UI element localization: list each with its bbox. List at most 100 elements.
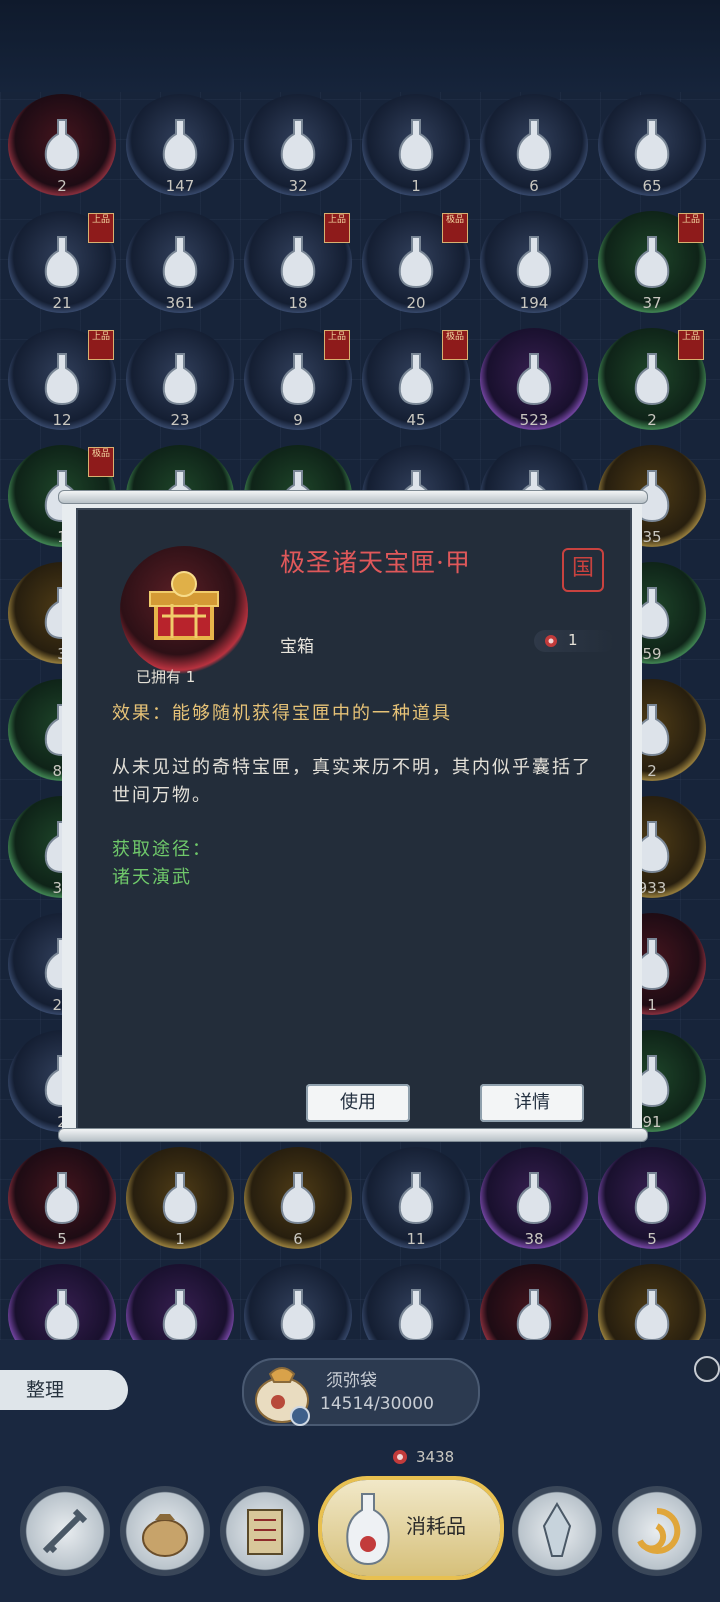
potion-bottle-icon	[346, 1493, 390, 1566]
inventory-slot[interactable]: 上品 37	[592, 211, 712, 335]
tab-scrolls[interactable]	[220, 1486, 310, 1576]
vase-icon	[516, 119, 552, 172]
item-count: 5	[647, 1230, 657, 1248]
inventory-slot[interactable]: 1	[120, 1147, 240, 1271]
tab-special[interactable]	[612, 1486, 702, 1576]
inventory-slot[interactable]: 上品 18	[238, 211, 358, 335]
detail-button[interactable]: 详情	[480, 1084, 584, 1122]
inventory-slot[interactable]: 极品 45	[356, 328, 476, 452]
inventory-slot[interactable]: 2	[2, 94, 122, 218]
vase-icon	[44, 1289, 80, 1340]
quality-badge: 上品	[678, 330, 704, 360]
top-bar	[0, 0, 720, 92]
tab-crystals[interactable]	[512, 1486, 602, 1576]
gem-icon	[393, 1450, 407, 1464]
inventory-slot[interactable]: 38	[474, 1147, 594, 1271]
inventory-slot[interactable]: 上品 12	[2, 328, 122, 452]
quality-badge: 上品	[88, 330, 114, 360]
tab-materials[interactable]	[120, 1486, 210, 1576]
inventory-slot[interactable]: 5	[2, 1147, 122, 1271]
bag-capacity: 14514/30000	[320, 1394, 434, 1414]
inventory-slot[interactable]: 147	[120, 94, 240, 218]
item-count: 1	[175, 1230, 185, 1248]
item-count: 9	[293, 411, 303, 429]
item-count: 11	[406, 1230, 426, 1248]
vase-icon	[280, 1289, 316, 1340]
vase-icon	[634, 236, 670, 289]
vase-icon	[162, 1289, 198, 1340]
vase-icon	[398, 1172, 434, 1225]
sword-icon	[42, 1508, 88, 1554]
inventory-slot[interactable]: 上品 9	[238, 328, 358, 452]
item-count: 37	[642, 294, 662, 312]
vase-icon	[162, 353, 198, 406]
vase-icon	[398, 353, 434, 406]
item-count: 5	[57, 1230, 67, 1248]
inventory-slot[interactable]: 23	[120, 328, 240, 452]
item-count: 65	[642, 177, 662, 195]
vase-icon	[162, 119, 198, 172]
vase-icon	[634, 1172, 670, 1225]
quantity-value: 1	[568, 631, 578, 649]
item-count: 2	[57, 177, 67, 195]
inventory-slot[interactable]: 11	[356, 1147, 476, 1271]
inventory-slot[interactable]	[238, 1264, 358, 1340]
treasure-chest-icon	[149, 571, 219, 640]
book-icon	[247, 1509, 283, 1555]
tab-equipment[interactable]	[20, 1486, 110, 1576]
inventory-slot[interactable]: 极品 20	[356, 211, 476, 335]
sort-button[interactable]: 整理	[0, 1370, 128, 1410]
inventory-slot[interactable]	[2, 1264, 122, 1340]
inventory-slot[interactable]: 32	[238, 94, 358, 218]
item-count: 361	[165, 294, 195, 312]
currency-display: 3438	[392, 1448, 454, 1466]
tab-consumables[interactable]: 消耗品	[322, 1480, 500, 1576]
inventory-slot[interactable]: 194	[474, 211, 594, 335]
tab-consumables-label: 消耗品	[406, 1514, 466, 1538]
item-quantity: 1	[534, 630, 614, 652]
inventory-slot[interactable]: 5	[592, 1147, 712, 1271]
quality-badge: 上品	[324, 213, 350, 243]
inventory-slot[interactable]: 上品 21	[2, 211, 122, 335]
quality-badge: 极品	[442, 213, 468, 243]
inventory-slot[interactable]: 1	[356, 94, 476, 218]
inventory-slot[interactable]	[592, 1264, 712, 1340]
inventory-slot[interactable]	[474, 1264, 594, 1340]
source-title: 获取途径：	[112, 839, 212, 860]
vase-icon	[516, 1172, 552, 1225]
inventory-slot[interactable]: 523	[474, 328, 594, 452]
vase-icon	[634, 119, 670, 172]
swirl-icon	[637, 1507, 681, 1554]
item-count: 38	[524, 1230, 544, 1248]
vase-icon	[634, 1289, 670, 1340]
inventory-slot[interactable]: 361	[120, 211, 240, 335]
item-count: 18	[288, 294, 308, 312]
bag-capacity-panel[interactable]: 须弥袋 14514/30000	[242, 1356, 720, 1426]
vase-icon	[162, 1172, 198, 1225]
inventory-slot[interactable]: 上品 2	[592, 328, 712, 452]
item-count: 2	[647, 411, 657, 429]
vase-icon	[44, 236, 80, 289]
source-text: 诸天演武	[112, 867, 192, 888]
effect-text: 效果：能够随机获得宝匣中的一种道具	[112, 703, 452, 724]
inventory-slot[interactable]	[356, 1264, 476, 1340]
vase-icon	[280, 1172, 316, 1225]
vase-icon	[516, 353, 552, 406]
inventory-slot[interactable]: 65	[592, 94, 712, 218]
quality-badge: 极品	[442, 330, 468, 360]
vase-icon	[44, 353, 80, 406]
inventory-slot[interactable]: 6	[474, 94, 594, 218]
item-detail-dialog: 已拥有 1 极圣诸天宝匣·甲 国 宝箱 1 效果：能够随机获得宝匣中的一种道具 …	[58, 490, 648, 1150]
inventory-slot[interactable]: 6	[238, 1147, 358, 1271]
item-count: 1	[411, 177, 421, 195]
use-button[interactable]: 使用	[306, 1084, 410, 1122]
item-orb	[120, 546, 248, 674]
vase-icon	[280, 236, 316, 289]
seal-icon: 国	[562, 548, 604, 592]
quality-badge: 上品	[324, 330, 350, 360]
story-text: 从未见过的奇特宝匣，真实来历不明，其内似乎囊括了世间万物。	[112, 757, 592, 806]
currency-value: 3438	[416, 1448, 455, 1466]
item-count: 45	[406, 411, 426, 429]
inventory-slot[interactable]	[120, 1264, 240, 1340]
refresh-icon[interactable]	[694, 1356, 720, 1382]
